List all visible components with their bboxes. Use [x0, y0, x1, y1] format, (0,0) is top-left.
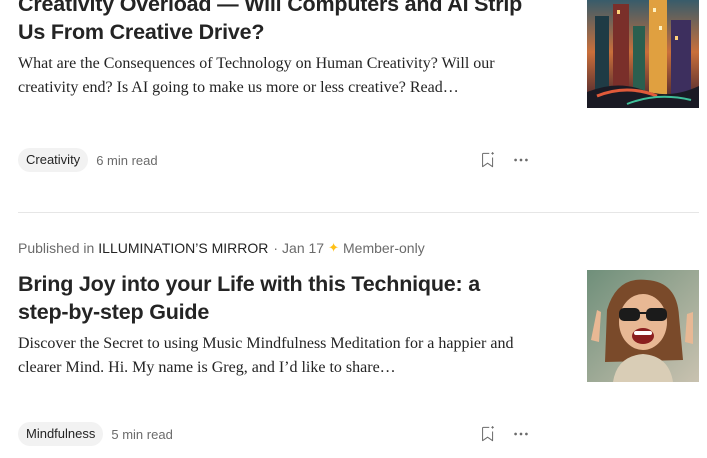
topic-tag[interactable]: Mindfulness: [18, 422, 104, 446]
article-snippet[interactable]: What are the Consequences of Technology …: [18, 52, 533, 100]
more-options-icon[interactable]: [509, 148, 533, 172]
publish-date: Jan 17: [282, 240, 325, 256]
joyful-woman-image: [587, 270, 699, 382]
article-title[interactable]: Bring Joy into your Life with this Techn…: [18, 270, 533, 326]
futuristic-city-image: [587, 0, 699, 108]
article-snippet[interactable]: Discover the Secret to using Music Mindf…: [18, 332, 533, 380]
sparkle-star-icon: ✦: [328, 240, 339, 255]
article-title[interactable]: Creativity Overload — Will Computers and…: [18, 0, 533, 46]
read-time: 6 min read: [96, 152, 158, 168]
article-meta: Mindfulness 5 min read: [18, 421, 533, 447]
bookmark-add-icon[interactable]: [476, 148, 500, 172]
published-in-label: Published in: [18, 240, 95, 256]
bookmark-add-icon[interactable]: [476, 422, 500, 446]
more-options-icon[interactable]: [509, 422, 533, 446]
article-actions: [467, 422, 533, 446]
article-meta: Creativity 6 min read: [18, 147, 533, 173]
article-thumbnail[interactable]: [587, 270, 699, 382]
article-actions: [467, 148, 533, 172]
member-only-badge: Member-only: [343, 240, 425, 256]
topic-tag[interactable]: Creativity: [18, 148, 89, 172]
article-thumbnail[interactable]: [587, 0, 699, 108]
publication-link[interactable]: ILLUMINATION’S MIRROR: [98, 238, 268, 258]
publication-line: Published in ILLUMINATION’S MIRROR · Jan…: [18, 238, 699, 258]
article-card: Published in ILLUMINATION’S MIRROR · Jan…: [18, 238, 699, 446]
separator-dot: ·: [273, 240, 279, 256]
article-card: Creativity Overload — Will Computers and…: [18, 0, 699, 172]
article-divider: [18, 212, 699, 213]
read-time: 5 min read: [111, 426, 173, 442]
